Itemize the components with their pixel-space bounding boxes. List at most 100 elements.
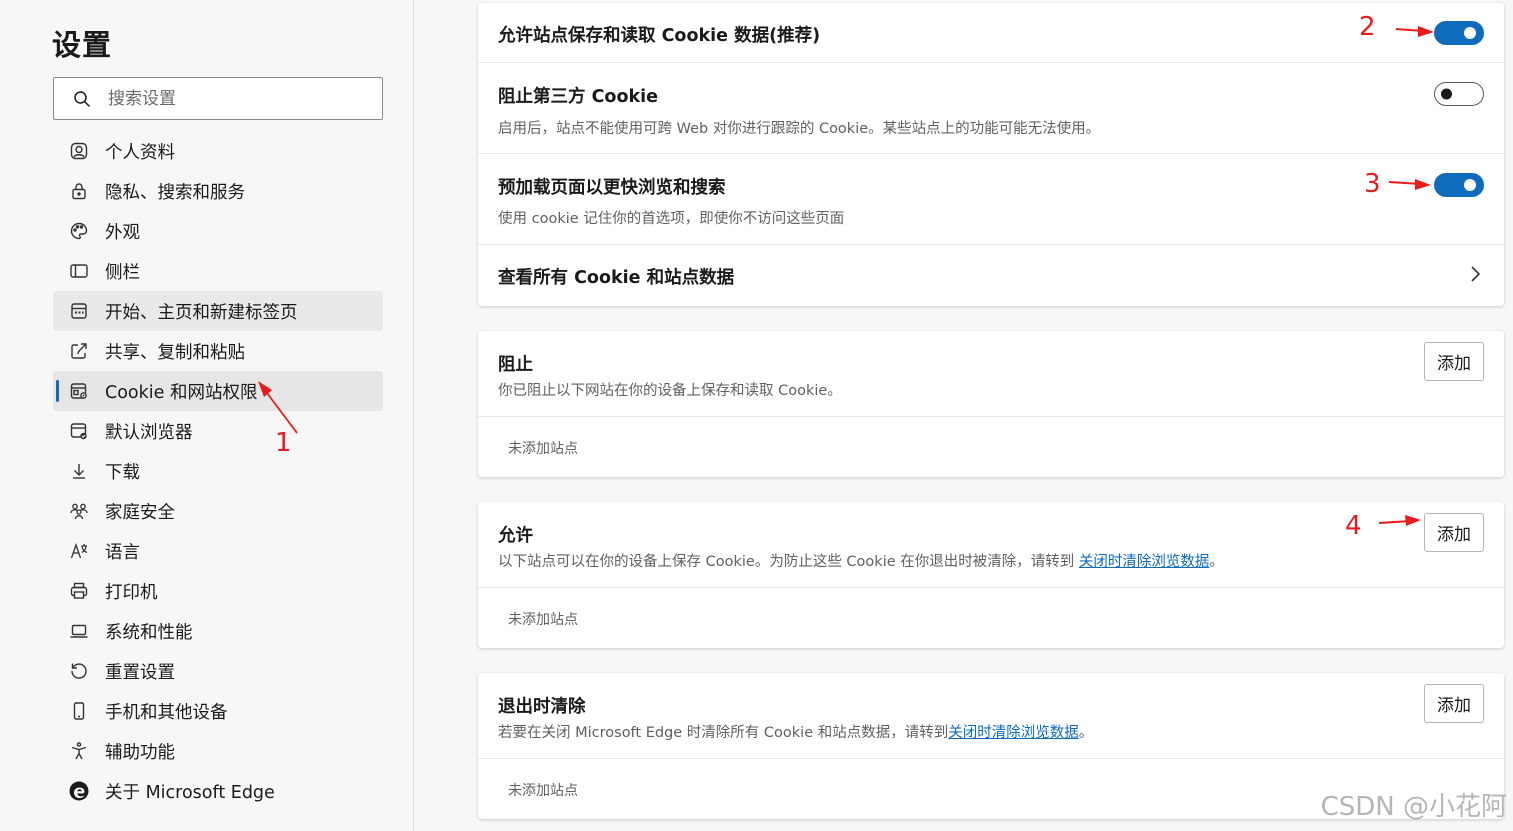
nav-label: 打印机: [105, 582, 158, 603]
watermark: CSDN @小花阿: [1320, 792, 1507, 822]
laptop-icon: [68, 620, 90, 642]
nav-item-share[interactable]: 共享、复制和粘贴: [53, 331, 383, 371]
nav-item-phone[interactable]: 手机和其他设备: [53, 691, 383, 731]
phone-icon: [68, 700, 90, 722]
cookie-controls-card: 允许站点保存和读取 Cookie 数据(推荐) 阻止第三方 Cookie 启用后…: [478, 3, 1504, 306]
search-icon: [72, 89, 92, 109]
chevron-right-icon: [1471, 266, 1481, 282]
nav-label: 下载: [105, 462, 140, 483]
allow-desc: 以下站点可以在你的设备上保存 Cookie。为防止这些 Cookie 在你退出时…: [498, 550, 1224, 571]
nav-item-system[interactable]: 系统和性能: [53, 611, 383, 651]
search-input[interactable]: [108, 88, 348, 109]
annotation-number-1: 1: [275, 428, 292, 458]
preload-desc: 使用 cookie 记住你的首选项，即使你不访问这些页面: [498, 211, 845, 227]
block-list-row: 未添加站点: [478, 417, 1504, 477]
language-icon: [68, 540, 90, 562]
toggle-knob: [1464, 179, 1476, 191]
allow-desc-suffix: 。: [1209, 554, 1224, 570]
nav-item-default-browser[interactable]: 默认浏览器: [53, 411, 383, 451]
view-all-cookies-row[interactable]: 查看所有 Cookie 和站点数据: [478, 245, 1504, 305]
search-box[interactable]: [53, 77, 383, 120]
preload-title: 预加载页面以更快浏览和搜索: [498, 178, 726, 198]
nav-item-family[interactable]: 家庭安全: [53, 491, 383, 531]
family-icon: [68, 500, 90, 522]
block-third-party-row: 阻止第三方 Cookie 启用后，站点不能使用可跨 Web 对你进行跟踪的 Co…: [478, 63, 1504, 154]
nav-label: 语言: [105, 542, 140, 563]
settings-main: 允许站点保存和读取 Cookie 数据(推荐) 阻止第三方 Cookie 启用后…: [415, 0, 1513, 831]
nav-label: 外观: [105, 222, 140, 243]
nav-item-printers[interactable]: 打印机: [53, 571, 383, 611]
allow-save-cookie-title: 允许站点保存和读取 Cookie 数据(推荐): [498, 26, 821, 46]
nav-item-downloads[interactable]: 下载: [53, 451, 383, 491]
edge-logo-icon: [68, 780, 90, 802]
nav-item-accessibility[interactable]: 辅助功能: [53, 731, 383, 771]
printer-icon: [68, 580, 90, 602]
block-empty-text: 未添加站点: [508, 441, 578, 457]
nav-label: 重置设置: [105, 662, 175, 683]
nav-label: 侧栏: [105, 262, 140, 283]
sidebar-icon: [68, 260, 90, 282]
nav-label: 共享、复制和粘贴: [105, 342, 245, 363]
block-add-button[interactable]: 添加: [1424, 342, 1484, 381]
allow-list-row: 未添加站点: [478, 588, 1504, 648]
nav-label: 隐私、搜索和服务: [105, 182, 245, 203]
default-browser-icon: [68, 420, 90, 442]
settings-sidebar: 设置 个人资料 隐私、搜索和服务 外观 侧栏 开始、主页和新建标签页: [0, 0, 414, 831]
nav-item-cookies[interactable]: Cookie 和网站权限: [53, 371, 383, 411]
share-icon: [68, 340, 90, 362]
preload-toggle[interactable]: [1434, 173, 1484, 197]
nav-label: 开始、主页和新建标签页: [105, 302, 298, 323]
palette-icon: [68, 220, 90, 242]
allow-add-button[interactable]: 添加: [1424, 513, 1484, 552]
nav-item-appearance[interactable]: 外观: [53, 211, 383, 251]
allow-save-cookie-toggle[interactable]: [1434, 21, 1484, 45]
annotation-number-4: 4: [1345, 511, 1362, 541]
clear-desc-text: 若要在关闭 Microsoft Edge 时清除所有 Cookie 和站点数据，…: [498, 725, 949, 741]
clear-header-row: 退出时清除 若要在关闭 Microsoft Edge 时清除所有 Cookie …: [478, 673, 1504, 759]
annotation-number-2: 2: [1359, 12, 1376, 42]
nav-item-reset[interactable]: 重置设置: [53, 651, 383, 691]
settings-title: 设置: [52, 28, 113, 62]
nav-item-about[interactable]: 关于 Microsoft Edge: [53, 771, 383, 811]
clear-desc-suffix: 。: [1078, 725, 1094, 741]
accessibility-icon: [68, 740, 90, 762]
block-header-row: 阻止 你已阻止以下网站在你的设备上保存和读取 Cookie。 添加: [478, 331, 1504, 417]
block-third-party-title: 阻止第三方 Cookie: [498, 87, 658, 107]
clear-empty-text: 未添加站点: [508, 783, 578, 799]
clear-on-close-link[interactable]: 关闭时清除浏览数据: [948, 725, 1079, 741]
allow-desc-text: 以下站点可以在你的设备上保存 Cookie。为防止这些 Cookie 在你退出时…: [498, 554, 1079, 570]
nav-label: 默认浏览器: [105, 422, 193, 443]
block-title: 阻止: [498, 355, 533, 375]
nav-item-start-home[interactable]: 开始、主页和新建标签页: [53, 291, 383, 331]
allow-title: 允许: [498, 526, 533, 546]
clear-title: 退出时清除: [498, 697, 586, 717]
settings-nav: 个人资料 隐私、搜索和服务 外观 侧栏 开始、主页和新建标签页 共享、复制和粘贴…: [53, 131, 383, 811]
block-desc: 你已阻止以下网站在你的设备上保存和读取 Cookie。: [498, 383, 842, 399]
profile-icon: [68, 140, 90, 162]
view-all-cookies-title: 查看所有 Cookie 和站点数据: [498, 268, 735, 288]
nav-label: 个人资料: [105, 142, 175, 163]
home-grid-icon: [68, 300, 90, 322]
clear-on-close-link[interactable]: 关闭时清除浏览数据: [1079, 554, 1210, 570]
nav-item-sidebar[interactable]: 侧栏: [53, 251, 383, 291]
clear-desc: 若要在关闭 Microsoft Edge 时清除所有 Cookie 和站点数据，…: [498, 721, 1093, 742]
toggle-knob: [1464, 27, 1476, 39]
download-icon: [68, 460, 90, 482]
clear-add-button[interactable]: 添加: [1424, 684, 1484, 723]
block-third-party-desc: 启用后，站点不能使用可跨 Web 对你进行跟踪的 Cookie。某些站点上的功能…: [498, 121, 1101, 137]
nav-label: 辅助功能: [105, 742, 175, 763]
nav-label: 关于 Microsoft Edge: [105, 782, 275, 803]
nav-item-profile[interactable]: 个人资料: [53, 131, 383, 171]
reset-icon: [68, 660, 90, 682]
block-third-party-toggle[interactable]: [1434, 82, 1484, 106]
nav-item-language[interactable]: 语言: [53, 531, 383, 571]
nav-label: 系统和性能: [105, 622, 193, 643]
block-card: 阻止 你已阻止以下网站在你的设备上保存和读取 Cookie。 添加 未添加站点: [478, 331, 1504, 477]
preload-row: 预加载页面以更快浏览和搜索 使用 cookie 记住你的首选项，即使你不访问这些…: [478, 154, 1504, 245]
annotation-number-3: 3: [1364, 169, 1381, 199]
allow-save-cookie-row: 允许站点保存和读取 Cookie 数据(推荐): [478, 3, 1504, 63]
toggle-knob: [1441, 88, 1452, 100]
cookie-settings-icon: [68, 380, 90, 402]
nav-item-privacy[interactable]: 隐私、搜索和服务: [53, 171, 383, 211]
nav-label: Cookie 和网站权限: [105, 382, 258, 403]
